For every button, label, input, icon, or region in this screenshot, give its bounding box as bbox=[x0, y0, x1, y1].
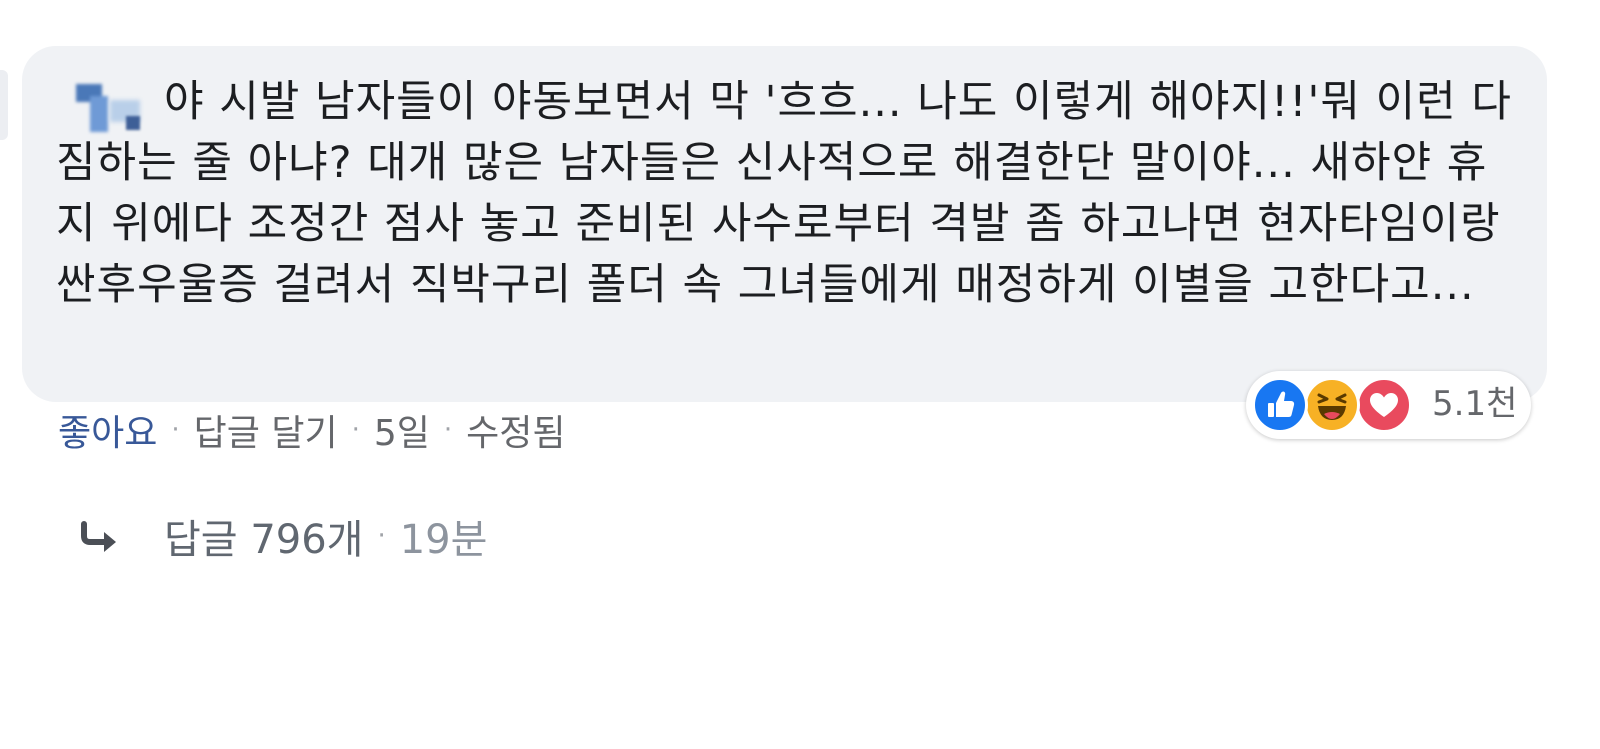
haha-icon bbox=[1304, 377, 1360, 433]
replies-count-label[interactable]: 답글 796개 bbox=[164, 507, 363, 565]
facebook-comment-screenshot: 야 시발 남자들이 야동보면서 막 '흐흐... 나도 이렇게 해야지!!'뭐 … bbox=[0, 0, 1600, 749]
like-link[interactable]: 좋아요 bbox=[58, 404, 157, 456]
view-replies[interactable]: 답글 796개 · 19분 bbox=[78, 506, 487, 566]
avatar-edge bbox=[0, 70, 8, 140]
reactions-summary[interactable]: 5.1천 bbox=[1246, 371, 1531, 439]
comment-timestamp[interactable]: 5일 bbox=[374, 404, 430, 456]
latest-reply-time: 19분 bbox=[399, 517, 488, 563]
reply-arrow-icon bbox=[81, 521, 116, 552]
love-icon bbox=[1356, 377, 1412, 433]
edited-label[interactable]: 수정됨 bbox=[466, 404, 565, 456]
reply-link[interactable]: 답글 달기 bbox=[194, 404, 338, 456]
reaction-count: 5.1천 bbox=[1432, 384, 1518, 424]
separator-dot: · bbox=[351, 415, 360, 445]
comment-actions: 좋아요 · 답글 달기 · 5일 · 수정됨 bbox=[58, 402, 566, 458]
separator-dot: · bbox=[171, 415, 180, 445]
comment-body: 야 시발 남자들이 야동보면서 막 '흐흐... 나도 이렇게 해야지!!'뭐 … bbox=[56, 72, 1526, 316]
like-icon bbox=[1252, 377, 1308, 433]
separator-dot: · bbox=[377, 521, 386, 551]
comment-text: 야 시발 남자들이 야동보면서 막 '흐흐... 나도 이렇게 해야지!!'뭐 … bbox=[56, 77, 1516, 310]
separator-dot: · bbox=[443, 415, 453, 445]
